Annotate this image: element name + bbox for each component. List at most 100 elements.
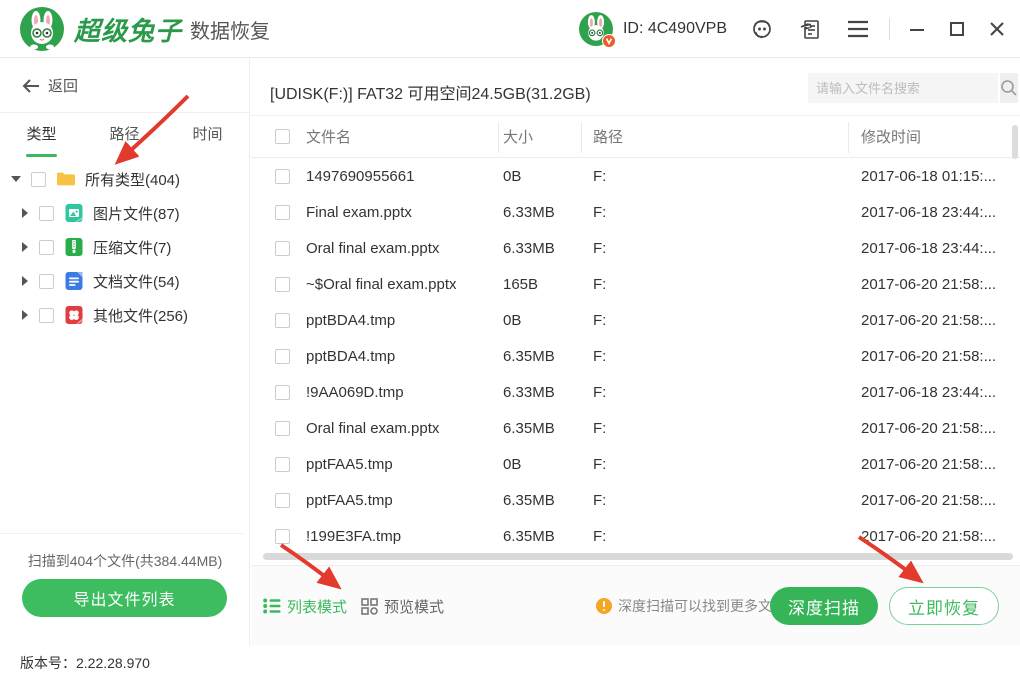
minimize-button[interactable] (904, 16, 930, 42)
vertical-scrollbar[interactable] (1012, 125, 1018, 159)
back-button[interactable]: 返回 (22, 75, 78, 96)
cell-modified: 2017-06-20 21:58:... (861, 483, 996, 519)
cell-filename: Oral final exam.pptx (306, 231, 439, 267)
tree-checkbox[interactable] (39, 274, 54, 289)
column-header-size[interactable]: 大小 (503, 116, 533, 159)
row-checkbox[interactable] (275, 493, 290, 508)
file-type-tree: 所有类型(404) 图片文件(87) (0, 162, 250, 332)
table-row[interactable]: Final exam.pptx6.33MBF:2017-06-18 23:44:… (251, 195, 1020, 231)
tree-item-all-types[interactable]: 所有类型(404) (0, 162, 250, 196)
column-header-path[interactable]: 路径 (593, 116, 623, 159)
row-checkbox[interactable] (275, 349, 290, 364)
cell-path: F: (593, 231, 606, 267)
tree-item-label: 其他文件(256) (93, 305, 188, 326)
tab-path[interactable]: 路径 (83, 113, 166, 159)
folder-icon (56, 169, 76, 189)
feedback-icon[interactable] (797, 16, 823, 42)
zip-file-icon (64, 237, 84, 257)
cell-size: 0B (503, 447, 521, 483)
column-divider (848, 122, 849, 153)
select-all-checkbox[interactable] (275, 129, 290, 144)
search-input[interactable] (808, 73, 1000, 103)
table-row[interactable]: pptBDA4.tmp0BF:2017-06-20 21:58:... (251, 303, 1020, 339)
preview-mode-label: 预览模式 (384, 596, 444, 617)
cell-filename: Final exam.pptx (306, 195, 412, 231)
sidebar-bottom-divider (0, 533, 244, 534)
user-avatar[interactable] (579, 12, 613, 46)
cell-size: 6.33MB (503, 375, 555, 411)
main-panel: [UDISK(F:)] FAT32 可用空间24.5GB(31.2GB) 文件名… (251, 59, 1020, 645)
tree-item-documents[interactable]: 文档文件(54) (0, 264, 250, 298)
cell-size: 6.35MB (503, 483, 555, 519)
tree-item-images[interactable]: 图片文件(87) (0, 196, 250, 230)
warning-icon (596, 598, 612, 614)
table-row[interactable]: pptBDA4.tmp6.35MBF:2017-06-20 21:58:... (251, 339, 1020, 375)
row-checkbox[interactable] (275, 385, 290, 400)
cell-size: 165B (503, 267, 538, 303)
cell-size: 0B (503, 159, 521, 195)
row-checkbox[interactable] (275, 313, 290, 328)
app-brand-name: 超级兔子 (74, 11, 182, 48)
caret-right-icon[interactable] (18, 207, 30, 219)
cell-filename: 1497690955661 (306, 159, 414, 195)
close-button[interactable] (984, 16, 1010, 42)
row-checkbox[interactable] (275, 457, 290, 472)
maximize-button[interactable] (944, 16, 970, 42)
caret-right-icon[interactable] (18, 275, 30, 287)
recover-now-button[interactable]: 立即恢复 (889, 587, 999, 625)
tab-time[interactable]: 时间 (166, 113, 249, 159)
caret-right-icon[interactable] (18, 309, 30, 321)
preview-mode-toggle[interactable]: 预览模式 (361, 596, 444, 617)
caret-down-icon[interactable] (10, 173, 22, 185)
list-mode-icon (263, 598, 281, 614)
row-checkbox[interactable] (275, 205, 290, 220)
support-headset-icon[interactable] (749, 16, 775, 42)
column-divider (498, 122, 499, 153)
app-subtitle: 数据恢复 (190, 15, 270, 44)
search-box (808, 73, 998, 103)
tree-checkbox[interactable] (39, 308, 54, 323)
cell-path: F: (593, 411, 606, 447)
table-row[interactable]: Oral final exam.pptx6.33MBF:2017-06-18 2… (251, 231, 1020, 267)
row-checkbox[interactable] (275, 169, 290, 184)
table-row[interactable]: !199E3FA.tmp6.35MBF:2017-06-20 21:58:... (251, 519, 1020, 555)
column-header-modified[interactable]: 修改时间 (861, 116, 921, 159)
horizontal-scrollbar[interactable] (263, 553, 1013, 560)
list-mode-toggle[interactable]: 列表模式 (263, 596, 347, 617)
table-row[interactable]: Oral final exam.pptx6.35MBF:2017-06-20 2… (251, 411, 1020, 447)
tree-item-archives[interactable]: 压缩文件(7) (0, 230, 250, 264)
deep-scan-hint-label: 深度扫描可以找到更多文件 (618, 596, 786, 616)
cell-path: F: (593, 339, 606, 375)
tab-time-label: 时间 (192, 126, 222, 143)
row-checkbox[interactable] (275, 277, 290, 292)
column-header-filename[interactable]: 文件名 (306, 116, 351, 159)
tree-checkbox[interactable] (39, 240, 54, 255)
search-icon[interactable] (1000, 73, 1018, 103)
table-row[interactable]: ~$Oral final exam.pptx165BF:2017-06-20 2… (251, 267, 1020, 303)
cell-filename: !199E3FA.tmp (306, 519, 401, 555)
table-row[interactable]: pptFAA5.tmp0BF:2017-06-20 21:58:... (251, 447, 1020, 483)
version-label: 版本号：2.22.28.970 (20, 653, 150, 673)
tree-item-others[interactable]: 其他文件(256) (0, 298, 250, 332)
other-file-icon (64, 305, 84, 325)
export-file-list-button[interactable]: 导出文件列表 (22, 579, 227, 617)
tree-item-label: 所有类型(404) (85, 169, 180, 190)
cell-modified: 2017-06-20 21:58:... (861, 411, 996, 447)
cell-filename: Oral final exam.pptx (306, 411, 439, 447)
deep-scan-button[interactable]: 深度扫描 (770, 587, 878, 625)
row-checkbox[interactable] (275, 421, 290, 436)
caret-right-icon[interactable] (18, 241, 30, 253)
tree-checkbox[interactable] (39, 206, 54, 221)
back-label: 返回 (48, 75, 78, 96)
menu-icon[interactable] (845, 16, 871, 42)
row-checkbox[interactable] (275, 529, 290, 544)
cell-modified: 2017-06-20 21:58:... (861, 519, 996, 555)
tab-type[interactable]: 类型 (0, 113, 83, 159)
table-row[interactable]: pptFAA5.tmp6.35MBF:2017-06-20 21:58:... (251, 483, 1020, 519)
table-header: 文件名 大小 路径 修改时间 (251, 115, 1020, 158)
row-checkbox[interactable] (275, 241, 290, 256)
tab-path-label: 路径 (109, 126, 139, 143)
table-row[interactable]: 14976909556610BF:2017-06-18 01:15:... (251, 159, 1020, 195)
tree-checkbox[interactable] (31, 172, 46, 187)
table-row[interactable]: !9AA069D.tmp6.33MBF:2017-06-18 23:44:... (251, 375, 1020, 411)
